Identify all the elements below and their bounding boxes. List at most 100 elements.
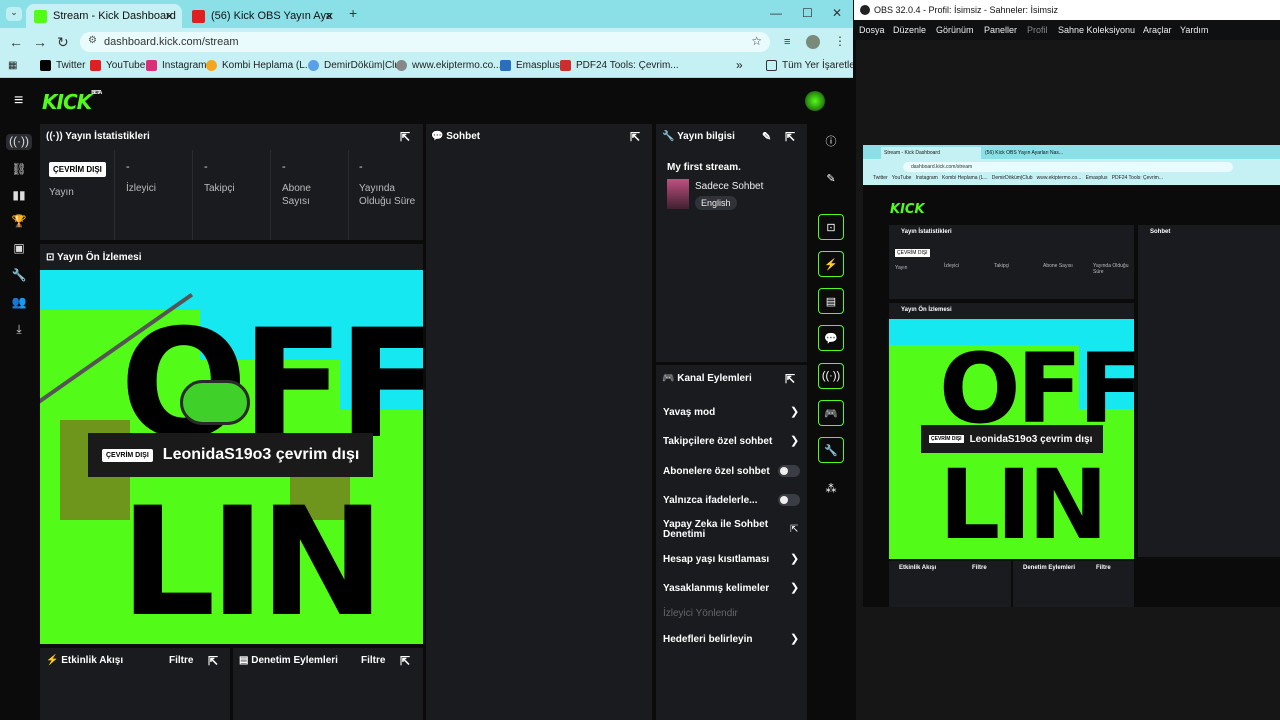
edit-pencil-icon[interactable]: ✎ <box>762 130 771 143</box>
popout-icon[interactable]: ⇱ <box>208 654 218 668</box>
action-banned-words[interactable]: Yasaklanmış kelimeler <box>663 583 769 594</box>
quick-moderation-button[interactable]: ▤ <box>818 288 844 314</box>
external-link-icon[interactable]: ⇱ <box>790 524 798 535</box>
chat-panel <box>426 124 652 720</box>
close-window-icon[interactable]: ✕ <box>832 6 842 20</box>
nav-trophy-icon[interactable]: 🏆 <box>6 214 32 228</box>
emotes-only-toggle[interactable] <box>778 494 800 506</box>
tab-youtube-video[interactable]: (56) Kick OBS Yayın Ayarları Nasıl Y... … <box>184 4 342 28</box>
edit-icon[interactable]: ✎ <box>818 165 844 191</box>
bookmark-pdf24[interactable]: PDF24 Tools: Çevrim... <box>560 60 679 71</box>
chevron-right-icon[interactable]: ❯ <box>790 581 799 594</box>
popout-icon[interactable]: ⇱ <box>400 130 410 144</box>
menu-tools[interactable]: Araçlar <box>1143 25 1172 35</box>
nav-link-icon[interactable]: ⛓ <box>6 162 32 176</box>
new-tab-button[interactable]: + <box>349 5 357 21</box>
subscribers-only-toggle[interactable] <box>778 465 800 477</box>
minimize-icon[interactable]: — <box>770 6 782 20</box>
quick-preview-button[interactable]: ⊡ <box>818 214 844 240</box>
close-tab-icon[interactable]: ✕ <box>165 10 174 23</box>
mini-tabbar: Stream - Kick Dashboard (56) Kick OBS Ya… <box>863 145 1280 159</box>
nav-download-icon[interactable]: ⤓ <box>6 322 32 337</box>
menu-edit[interactable]: Düzenle <box>893 25 926 35</box>
quick-actions-button[interactable]: 🎮 <box>818 400 844 426</box>
kick-logo[interactable]: KICKBETA <box>42 90 102 114</box>
action-slow-mode[interactable]: Yavaş mod <box>663 407 715 418</box>
add-widget-icon[interactable]: ⁂ <box>818 475 844 501</box>
bookmarks-overflow-button[interactable]: » <box>736 58 743 72</box>
info-icon[interactable]: ⓘ <box>818 128 844 154</box>
close-tab-icon[interactable]: ✕ <box>325 10 334 23</box>
action-followers-only[interactable]: Takipçilere özel sohbet <box>663 436 772 447</box>
bookmark-youtube[interactable]: YouTube <box>90 60 145 71</box>
hamburger-menu-icon[interactable]: ≡ <box>14 92 23 110</box>
gamepad-icon: 🎮 <box>662 373 675 384</box>
chevron-right-icon[interactable]: ❯ <box>790 552 799 565</box>
chevron-right-icon[interactable]: ❯ <box>790 434 799 447</box>
user-avatar[interactable] <box>805 91 825 111</box>
bookmark-ekiptermo[interactable]: www.ekiptermo.co... <box>396 60 501 71</box>
popout-icon[interactable]: ⇱ <box>400 654 410 668</box>
bookmark-emasplus[interactable]: Emasplus <box>500 60 560 71</box>
nav-users-icon[interactable]: 👥 <box>6 295 32 309</box>
bookmark-star-icon[interactable]: ☆ <box>751 34 762 48</box>
all-bookmarks-button[interactable]: Tüm Yer İşaretleri <box>766 60 853 71</box>
viewers-label: İzleyici <box>126 183 157 194</box>
nav-video-icon[interactable]: ▣ <box>6 241 32 255</box>
nav-analytics-icon[interactable]: ▮▮ <box>6 188 32 202</box>
popout-icon[interactable]: ⇱ <box>785 372 795 386</box>
nav-stream-icon[interactable]: ((·)) <box>6 134 32 150</box>
action-ai-moderation[interactable]: Yapay Zeka ile Sohbet Denetimi <box>663 520 773 540</box>
stream-info-panel <box>656 124 807 362</box>
apps-grid-icon[interactable]: ▦ <box>8 60 17 71</box>
menu-docks[interactable]: Paneller <box>984 25 1017 35</box>
subscribers-value: - <box>282 161 286 173</box>
chat-title: 💬 Sohbet <box>431 131 481 142</box>
quick-stats-button[interactable]: ((·)) <box>818 363 844 389</box>
followers-value: - <box>204 161 208 173</box>
forward-icon[interactable]: → <box>33 34 47 50</box>
mini-activity-title: Etkinlik Akışı <box>899 565 937 571</box>
bookmark-kombi[interactable]: Kombi Heplama (L... <box>206 60 313 71</box>
kombi-logo-icon <box>206 60 217 71</box>
moderation-filter-button[interactable]: Filtre <box>361 655 385 666</box>
bookmark-instagram[interactable]: Instagram <box>146 60 206 71</box>
menu-file[interactable]: Dosya <box>859 25 885 35</box>
menu-help[interactable]: Yardım <box>1180 25 1208 35</box>
obs-preview-canvas[interactable]: Stream - Kick Dashboard (56) Kick OBS Ya… <box>863 145 1280 607</box>
action-account-age[interactable]: Hesap yaşı kısıtlaması <box>663 554 769 565</box>
address-bar[interactable]: ⚙ dashboard.kick.com/stream ☆ <box>80 32 770 52</box>
subscribers-label: Abone Sayısı <box>282 183 311 207</box>
popout-icon[interactable]: ⇱ <box>630 130 640 144</box>
menu-profile[interactable]: Profil <box>1027 25 1048 35</box>
maximize-icon[interactable]: ☐ <box>802 6 813 20</box>
media-control-icon[interactable]: ≡ <box>784 36 790 48</box>
tab-search-icon[interactable]: ⌄ <box>6 7 22 21</box>
address-toolbar: ← → ↻ ⚙ dashboard.kick.com/stream ☆ ≡ ⋮ <box>0 28 853 56</box>
bookmark-twitter[interactable]: Twitter <box>40 60 85 71</box>
tab-strip: ⌄ Stream - Kick Dashboard ✕ (56) Kick OB… <box>0 0 853 28</box>
chevron-right-icon[interactable]: ❯ <box>790 405 799 418</box>
action-set-goals[interactable]: Hedefleri belirleyin <box>663 634 752 645</box>
action-subscribers-only[interactable]: Abonelere özel sohbet <box>663 466 770 477</box>
quick-activity-button[interactable]: ⚡ <box>818 251 844 277</box>
chevron-right-icon[interactable]: ❯ <box>790 632 799 645</box>
tab-kick-dashboard[interactable]: Stream - Kick Dashboard ✕ <box>26 4 182 28</box>
mini-stats-panel: Yayın İstatistikleri ÇEVRİM DIŞI Yayın İ… <box>889 225 1134 299</box>
url-text: dashboard.kick.com/stream <box>104 36 239 48</box>
bookmark-demirdokum[interactable]: DemirDöküm|Club <box>308 60 406 71</box>
nav-wrench-icon[interactable]: 🔧 <box>6 268 32 282</box>
menu-view[interactable]: Görünüm <box>936 25 974 35</box>
activity-filter-button[interactable]: Filtre <box>169 655 193 666</box>
back-icon[interactable]: ← <box>9 34 23 50</box>
reload-icon[interactable]: ↻ <box>57 34 69 51</box>
menu-kebab-icon[interactable]: ⋮ <box>834 34 846 48</box>
quick-info-button[interactable]: 🔧 <box>818 437 844 463</box>
site-info-icon[interactable]: ⚙ <box>88 35 97 46</box>
popout-icon[interactable]: ⇱ <box>785 130 795 144</box>
divider <box>270 150 271 240</box>
quick-chat-button[interactable]: 💬 <box>818 325 844 351</box>
menu-scene-collection[interactable]: Sahne Koleksiyonu <box>1058 25 1135 35</box>
profile-avatar[interactable] <box>806 35 820 49</box>
action-emotes-only[interactable]: Yalnızca ifadelerle... <box>663 495 758 506</box>
